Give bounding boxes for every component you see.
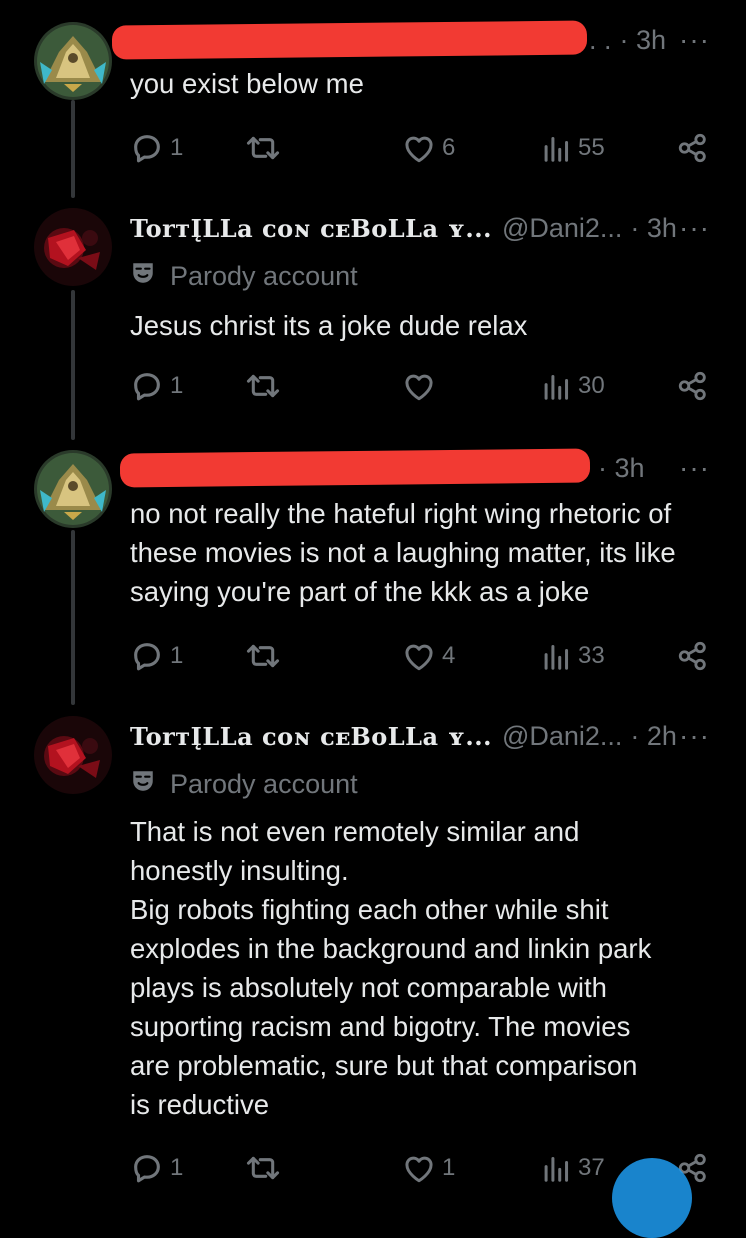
like-count: 1 (442, 1154, 456, 1181)
share-icon (676, 131, 710, 165)
tweet-header: . . · 3h ··· (111, 20, 710, 60)
views-icon (542, 371, 572, 401)
reply-button[interactable]: 1 (130, 366, 183, 406)
thread-line (71, 530, 75, 705)
reply-button[interactable]: 1 (130, 636, 183, 676)
reply-icon (130, 1151, 164, 1185)
reply-icon (130, 131, 164, 165)
tweet-text: That is not even remotely similar and ho… (130, 812, 706, 1124)
heart-icon (402, 640, 436, 672)
more-options-icon[interactable]: ··· (679, 452, 710, 484)
timestamp[interactable]: · 3h (630, 213, 677, 244)
share-icon (676, 639, 710, 673)
heart-icon (402, 370, 436, 402)
parody-label: Parody account (130, 258, 358, 294)
parody-label: Parody account (130, 766, 358, 802)
views-icon (542, 641, 572, 671)
retweet-button[interactable] (245, 636, 281, 676)
heart-icon (402, 1152, 436, 1184)
text-line: honestly insulting. (130, 855, 349, 886)
redaction-mark (119, 448, 591, 488)
views-button[interactable]: 33 (542, 636, 605, 676)
display-name[interactable]: TorᴛĮLLa ᴄoɴ ᴄᴇBoLLa ʏ... (130, 214, 492, 243)
text-line: are problematic, sure but that compariso… (130, 1050, 638, 1081)
avatar[interactable] (34, 208, 112, 286)
views-button[interactable]: 30 (542, 366, 605, 406)
retweet-button[interactable] (245, 366, 281, 406)
like-button[interactable]: 6 (402, 128, 455, 168)
avatar[interactable] (34, 450, 112, 528)
tweet-text: no not really the hateful right wing rhe… (130, 498, 676, 607)
text-line: Big robots fighting each other while shi… (130, 894, 609, 925)
text-line: suporting racism and bigotry. The movies (130, 1011, 631, 1042)
views-button[interactable]: 55 (542, 128, 605, 168)
parody-mask-icon (130, 260, 170, 293)
handle[interactable]: @Dani2... (502, 721, 622, 752)
share-button[interactable] (676, 366, 710, 406)
views-icon (542, 1153, 572, 1183)
avatar[interactable] (34, 716, 112, 794)
more-options-icon[interactable]: ··· (679, 24, 710, 56)
text-line: That is not even remotely similar and (130, 816, 580, 847)
reply-icon (130, 639, 164, 673)
parody-mask-icon (130, 768, 170, 801)
tweet-text: Jesus christ its a joke dude relax (130, 310, 528, 341)
views-button[interactable]: 37 (542, 1148, 605, 1188)
like-button[interactable]: 1 (402, 1148, 455, 1188)
views-count: 37 (578, 1154, 605, 1181)
tweet-header: TorᴛĮLLa ᴄoɴ ᴄᴇBoLLa ʏ... @Dani2... · 2h… (130, 716, 710, 756)
reply-count: 1 (170, 372, 184, 399)
retweet-icon (245, 639, 281, 673)
reply-count: 1 (170, 642, 184, 669)
tweet-header: TorᴛĮLLa ᴄoɴ ᴄᴇBoLLa ʏ... @Dani2... · 3h… (130, 208, 710, 248)
retweet-icon (245, 369, 281, 403)
tweet-actions: 1 4 33 (130, 636, 712, 676)
reply-count: 1 (170, 134, 184, 161)
tweet-actions: 1 30 (130, 366, 712, 406)
tweet-actions: 1 6 55 (130, 128, 712, 168)
handle[interactable]: @Dani2... (502, 213, 622, 244)
retweet-button[interactable] (245, 128, 281, 168)
thread-line (71, 100, 75, 198)
share-button[interactable] (676, 636, 710, 676)
heart-icon (402, 132, 436, 164)
timestamp[interactable]: · 3h (620, 25, 667, 56)
text-line: explodes in the background and linkin pa… (130, 933, 652, 964)
timestamp[interactable]: · 3h (598, 453, 645, 484)
retweet-icon (245, 131, 281, 165)
text-line: plays is absolutely not comparable with (130, 972, 607, 1003)
views-count: 30 (578, 372, 605, 399)
like-button[interactable]: 4 (402, 636, 455, 676)
text-line: is reductive (130, 1089, 270, 1120)
parody-text: Parody account (170, 768, 358, 799)
display-name[interactable]: TorᴛĮLLa ᴄoɴ ᴄᴇBoLLa ʏ... (130, 722, 492, 751)
tweet-header: · 3h ··· (119, 448, 710, 488)
compose-button[interactable] (612, 1158, 692, 1238)
views-count: 33 (578, 642, 605, 669)
avatar[interactable] (34, 22, 112, 100)
parody-text: Parody account (170, 260, 358, 291)
reply-button[interactable]: 1 (130, 128, 183, 168)
more-options-icon[interactable]: ··· (679, 720, 710, 752)
reply-button[interactable]: 1 (130, 1148, 183, 1188)
like-button[interactable] (402, 366, 436, 406)
like-count: 6 (442, 134, 456, 161)
tweet-text: you exist below me (130, 68, 364, 99)
redaction-mark (111, 20, 588, 60)
reply-icon (130, 369, 164, 403)
share-button[interactable] (676, 128, 710, 168)
timestamp[interactable]: · 2h (630, 721, 677, 752)
like-count: 4 (442, 642, 456, 669)
reply-count: 1 (170, 1154, 184, 1181)
retweet-button[interactable] (245, 1148, 281, 1188)
views-icon (542, 133, 572, 163)
share-icon (676, 369, 710, 403)
thread-line (71, 290, 75, 440)
more-options-icon[interactable]: ··· (679, 212, 710, 244)
views-count: 55 (578, 134, 605, 161)
ellipsis: . . (589, 24, 612, 55)
retweet-icon (245, 1151, 281, 1185)
